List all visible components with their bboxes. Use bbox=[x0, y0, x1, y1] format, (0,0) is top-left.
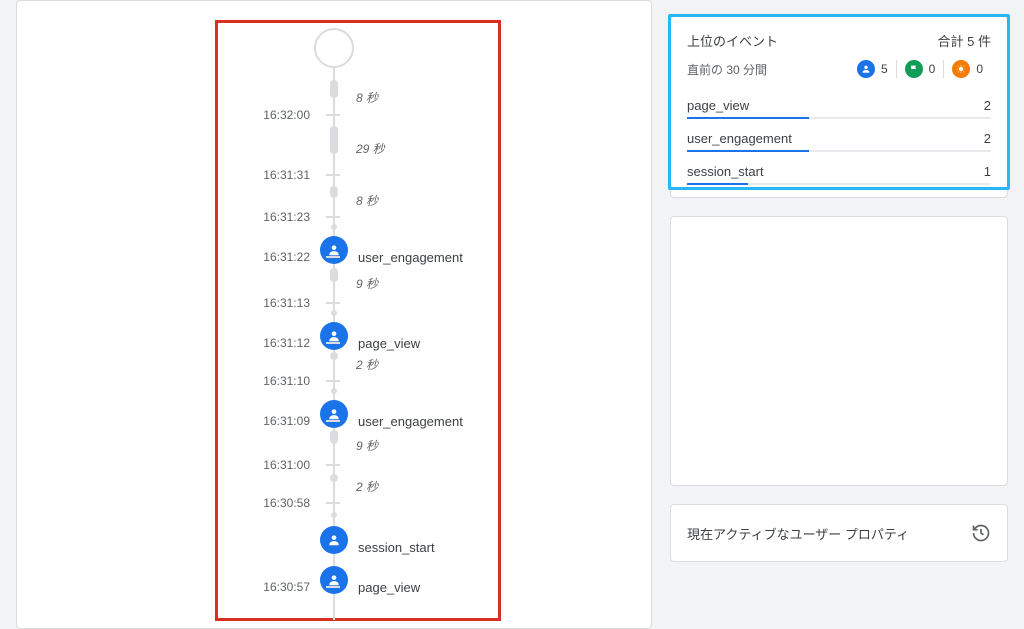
timeline-gap-label: 9 秒 bbox=[356, 275, 378, 292]
timeline-time: 16:31:12 bbox=[236, 336, 310, 350]
timeline-dash bbox=[326, 586, 340, 588]
event-name: session_start bbox=[687, 164, 764, 179]
timeline-tick: 16:30:58 bbox=[236, 496, 496, 512]
timeline-start-circle bbox=[314, 28, 354, 68]
badge-value: 0 bbox=[976, 62, 983, 76]
timeline-gap-bar bbox=[330, 352, 338, 360]
timeline-tick: 16:31:31 bbox=[236, 168, 496, 184]
user-properties-title: 現在アクティブなユーザー プロパティ bbox=[687, 524, 909, 543]
timeline-gap-label: 8 秒 bbox=[356, 192, 378, 209]
event-type-badge[interactable]: 0 bbox=[896, 60, 944, 78]
top-events-title: 上位のイベント bbox=[687, 31, 778, 50]
timeline-event-icon[interactable] bbox=[320, 526, 348, 554]
timeline-gap-bar bbox=[330, 268, 338, 282]
event-name: page_view bbox=[687, 98, 749, 113]
timeline-dash bbox=[326, 216, 340, 218]
history-icon[interactable] bbox=[971, 523, 991, 543]
timeline-gap-label: 8 秒 bbox=[356, 89, 378, 106]
timeline-tick: 16:31:22 bbox=[236, 250, 496, 266]
event-row[interactable]: page_view 2 bbox=[687, 90, 991, 119]
timeline-tick: 16:31:00 bbox=[236, 458, 496, 474]
right-column: 上位のイベント 合計 5 件 直前の 30 分間 500 page_view2u… bbox=[670, 16, 1008, 580]
timeline-gap-bar bbox=[330, 430, 338, 444]
timeline-dot bbox=[331, 224, 337, 230]
bug-icon bbox=[952, 60, 970, 78]
timeline-gap-bar bbox=[330, 186, 338, 198]
top-events-subtitle: 直前の 30 分間 bbox=[687, 61, 767, 78]
user-properties-card: 現在アクティブなユーザー プロパティ bbox=[670, 504, 1008, 562]
timeline-time: 16:31:31 bbox=[236, 168, 310, 182]
timeline-dot bbox=[331, 310, 337, 316]
timeline-dash bbox=[326, 342, 340, 344]
timeline-tick: 16:30:57 bbox=[236, 580, 496, 596]
timeline-time: 16:31:00 bbox=[236, 458, 310, 472]
timeline-time: 16:31:10 bbox=[236, 374, 310, 388]
user-icon bbox=[857, 60, 875, 78]
timeline-event-label: session_start bbox=[358, 540, 435, 555]
timeline-dot bbox=[331, 512, 337, 518]
top-events-list: page_view 2 user_engagement 2 session_start 1 bbox=[687, 90, 991, 185]
empty-card bbox=[670, 216, 1008, 486]
timeline-dot bbox=[331, 388, 337, 394]
timeline-dash bbox=[326, 420, 340, 422]
event-count: 2 bbox=[984, 131, 991, 146]
timeline-time: 16:31:13 bbox=[236, 296, 310, 310]
event-count: 2 bbox=[984, 98, 991, 113]
timeline-gap-label: 9 秒 bbox=[356, 437, 378, 454]
top-events-total: 合計 5 件 bbox=[938, 31, 991, 50]
event-type-badges: 5 0 0 bbox=[857, 60, 991, 78]
event-type-badge[interactable]: 0 bbox=[943, 60, 991, 78]
event-type-badge[interactable]: 5 bbox=[857, 60, 896, 78]
timeline-gap-bar bbox=[330, 126, 338, 154]
timeline-time: 16:30:58 bbox=[236, 496, 310, 510]
timeline-time: 16:32:00 bbox=[236, 108, 310, 122]
timeline-time: 16:31:09 bbox=[236, 414, 310, 428]
timeline-gap-bar bbox=[330, 474, 338, 482]
top-events-card: 上位のイベント 合計 5 件 直前の 30 分間 500 page_view2u… bbox=[670, 16, 1008, 198]
flag-icon bbox=[905, 60, 923, 78]
timeline-time: 16:31:23 bbox=[236, 210, 310, 224]
timeline-dash bbox=[326, 464, 340, 466]
event-bar bbox=[687, 150, 991, 152]
timeline-gap-bar bbox=[330, 80, 338, 98]
timeline-gap-label: 2 秒 bbox=[356, 356, 378, 373]
timeline-tick: 16:31:10 bbox=[236, 374, 496, 390]
event-timeline: 8 秒16:32:0029 秒16:31:318 秒16:31:23user_e… bbox=[236, 28, 496, 618]
event-count: 1 bbox=[984, 164, 991, 179]
timeline-gap-label: 2 秒 bbox=[356, 478, 378, 495]
event-bar bbox=[687, 183, 991, 185]
event-row[interactable]: user_engagement 2 bbox=[687, 123, 991, 152]
timeline-tick: 16:31:09 bbox=[236, 414, 496, 430]
timeline-dash bbox=[326, 256, 340, 258]
timeline-tick: 16:31:13 bbox=[236, 296, 496, 312]
timeline-time: 16:30:57 bbox=[236, 580, 310, 594]
timeline-dash bbox=[326, 302, 340, 304]
badge-value: 5 bbox=[881, 62, 888, 76]
timeline-tick: 16:31:12 bbox=[236, 336, 496, 352]
badge-value: 0 bbox=[929, 62, 936, 76]
timeline-dash bbox=[326, 502, 340, 504]
timeline-dash bbox=[326, 174, 340, 176]
timeline-dash bbox=[326, 380, 340, 382]
timeline-tick: 16:32:00 bbox=[236, 108, 496, 124]
event-bar bbox=[687, 117, 991, 119]
timeline-tick: 16:31:23 bbox=[236, 210, 496, 226]
event-row[interactable]: session_start 1 bbox=[687, 156, 991, 185]
timeline-dash bbox=[326, 114, 340, 116]
event-name: user_engagement bbox=[687, 131, 792, 146]
timeline-time: 16:31:22 bbox=[236, 250, 310, 264]
timeline-gap-label: 29 秒 bbox=[356, 140, 385, 157]
